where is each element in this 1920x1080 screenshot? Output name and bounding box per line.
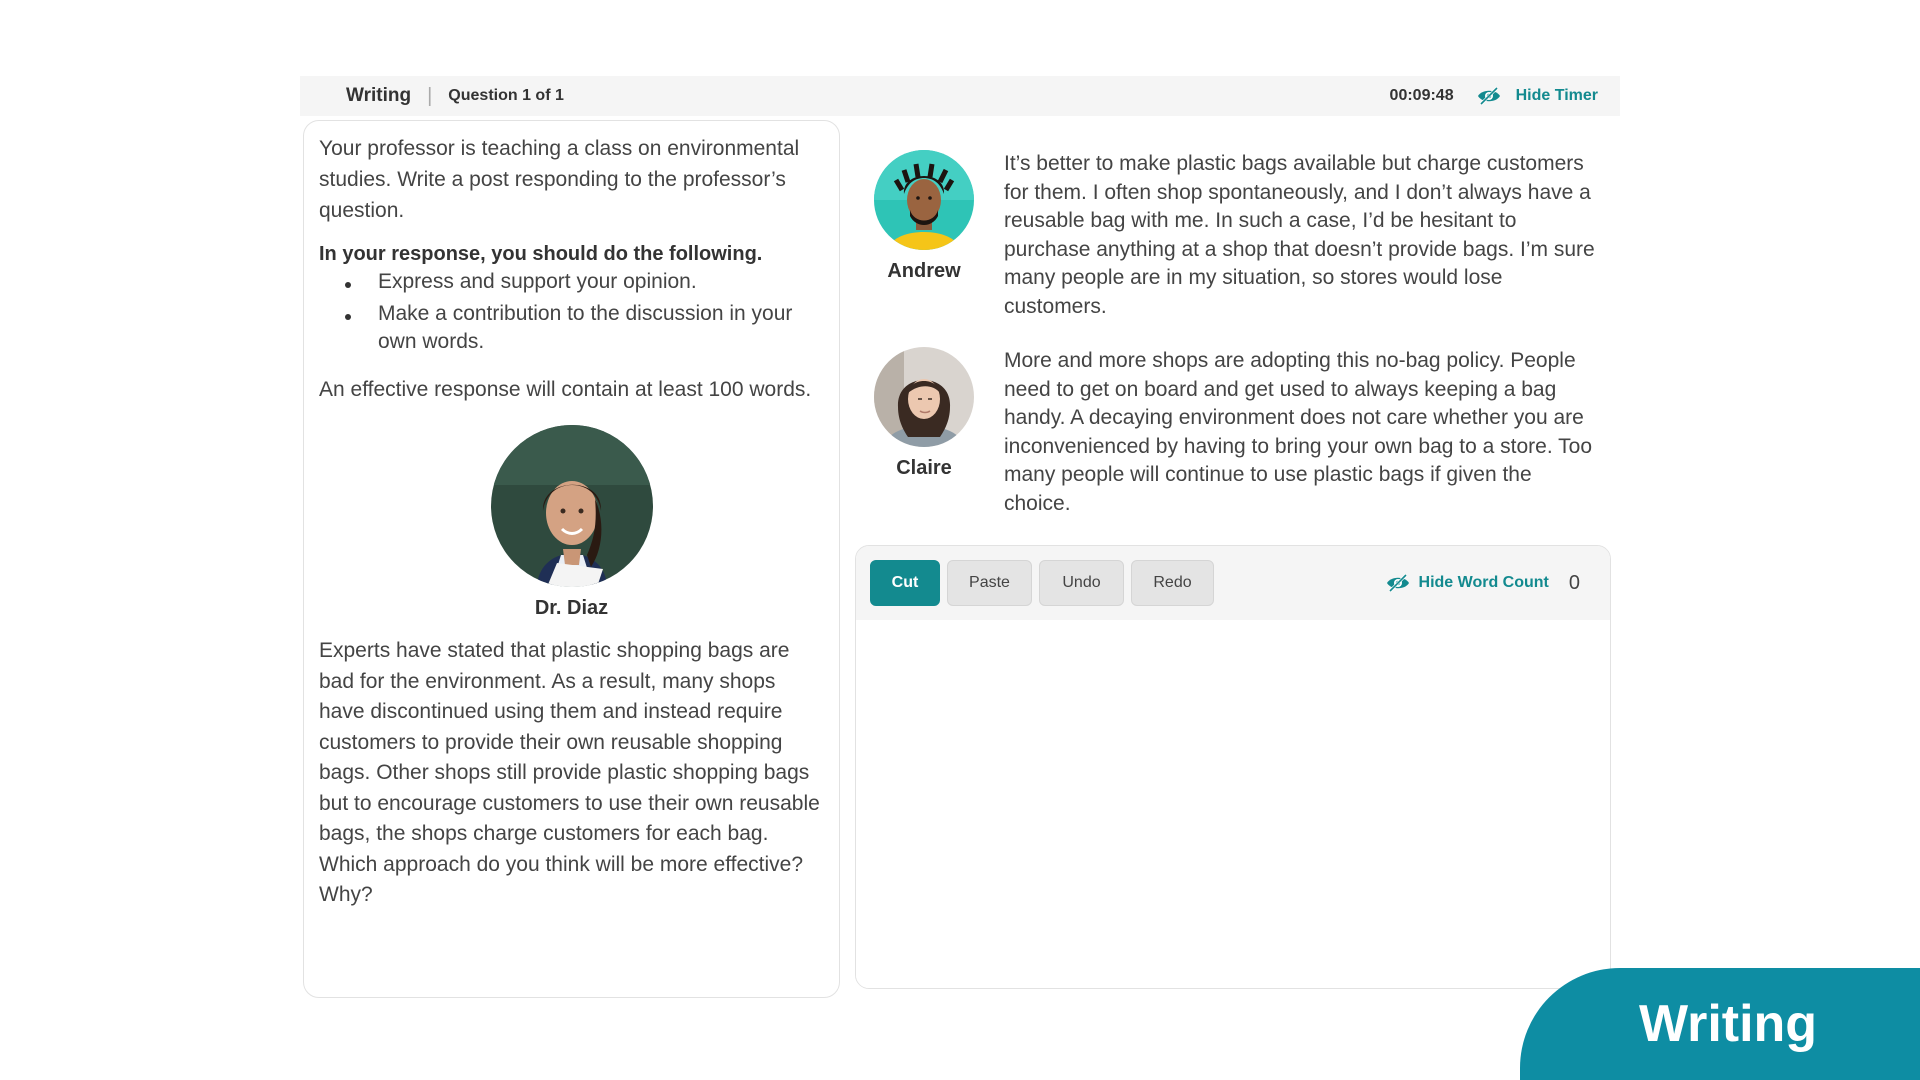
eye-icon[interactable] bbox=[1476, 86, 1504, 106]
list-item: Make a contribution to the discussion in… bbox=[319, 300, 824, 356]
word-requirement: An effective response will contain at le… bbox=[319, 378, 812, 401]
prompt-intro: Your professor is teaching a class on en… bbox=[319, 137, 800, 222]
question-counter: Question 1 of 1 bbox=[448, 87, 564, 104]
writing-badge: Writing bbox=[1520, 968, 1920, 1080]
student-info: Andrew bbox=[874, 150, 974, 321]
response-editor: Cut Paste Undo Redo Hide Word Count 0 bbox=[855, 545, 1611, 989]
professor-avatar bbox=[490, 425, 653, 587]
student-name: Claire bbox=[896, 457, 952, 479]
top-bar: Writing | Question 1 of 1 00:09:48 Hide … bbox=[300, 76, 1620, 116]
instruction-list: Express and support your opinion. Make a… bbox=[319, 268, 824, 356]
list-item: Express and support your opinion. bbox=[319, 268, 824, 296]
cut-button[interactable]: Cut bbox=[870, 560, 940, 606]
redo-button[interactable]: Redo bbox=[1131, 560, 1214, 606]
professor-name: Dr. Diaz bbox=[534, 597, 609, 619]
header-separator: | bbox=[427, 84, 433, 107]
section-title: Writing bbox=[346, 85, 412, 106]
prompt-panel: Your professor is teaching a class on en… bbox=[303, 120, 840, 998]
response-textarea[interactable] bbox=[856, 620, 1610, 988]
student-post-claire: Claire More and more shops are adopting … bbox=[874, 347, 1604, 518]
hide-timer-button[interactable]: Hide Timer bbox=[1516, 87, 1598, 105]
word-count: 0 bbox=[1568, 571, 1580, 594]
andrew-avatar bbox=[874, 150, 974, 250]
student-post-text: It’s better to make plastic bags availab… bbox=[1004, 152, 1595, 318]
hide-word-count-button[interactable]: Hide Word Count bbox=[1419, 574, 1549, 592]
student-post-andrew: Andrew It’s better to make plastic bags … bbox=[874, 150, 1604, 321]
student-post-text: More and more shops are adopting this no… bbox=[1004, 349, 1592, 515]
claire-avatar bbox=[874, 347, 974, 447]
instructions-heading: In your response, you should do the foll… bbox=[319, 243, 763, 265]
timer: 00:09:48 bbox=[1389, 87, 1454, 104]
editor-toolbar: Cut Paste Undo Redo Hide Word Count 0 bbox=[856, 546, 1610, 620]
student-info: Claire bbox=[874, 347, 974, 518]
student-name: Andrew bbox=[887, 260, 961, 282]
badge-label: Writing bbox=[1638, 995, 1818, 1053]
undo-button[interactable]: Undo bbox=[1039, 560, 1124, 606]
paste-button[interactable]: Paste bbox=[947, 560, 1032, 606]
professor-question: Experts have stated that plastic shoppin… bbox=[319, 639, 820, 906]
eye-icon[interactable] bbox=[1385, 573, 1413, 593]
professor-block: Dr. Diaz bbox=[319, 425, 824, 620]
